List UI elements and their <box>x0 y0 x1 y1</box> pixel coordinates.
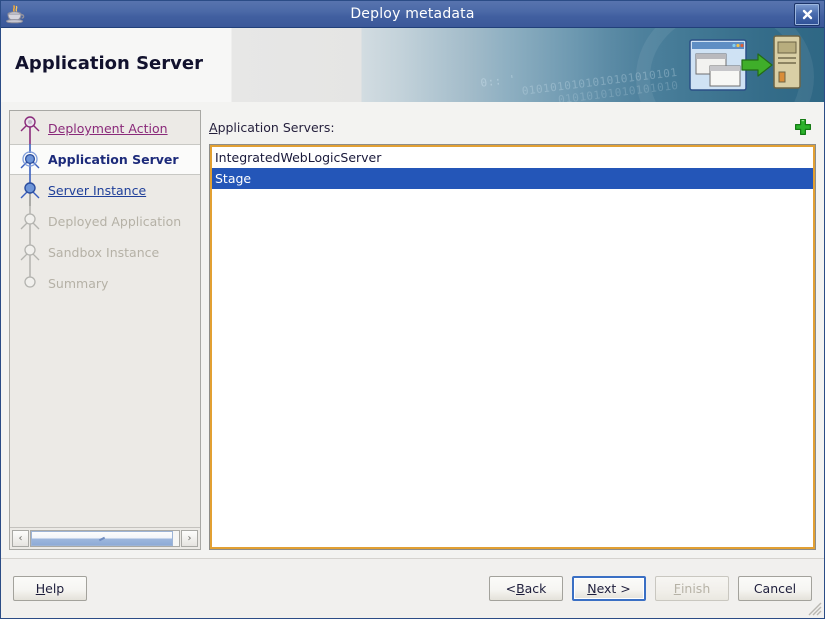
next-rest: ext > <box>596 581 631 596</box>
window-title: Deploy metadata <box>350 6 475 22</box>
sidebar-item-label: Summary <box>48 276 109 291</box>
application-servers-list[interactable]: IntegratedWebLogicServer Stage <box>209 144 816 550</box>
back-mnemonic: B <box>516 581 525 596</box>
list-focus-frame: IntegratedWebLogicServer Stage <box>210 145 815 549</box>
wizard-step-sidebar: Deployment Action Application Server Ser… <box>9 110 201 550</box>
finish-rest: inish <box>680 581 711 596</box>
next-button[interactable]: Next > <box>572 576 646 601</box>
sidebar-item-sandbox-instance: Sandbox Instance <box>10 237 200 268</box>
page-title: Application Server <box>15 53 203 74</box>
sidebar-item-label: Deployed Application <box>48 214 182 229</box>
finish-mnemonic: F <box>673 581 681 596</box>
cancel-button[interactable]: Cancel <box>738 576 812 601</box>
label-mnemonic: A <box>209 119 218 135</box>
sidebar-item-server-instance[interactable]: Server Instance <box>10 175 200 206</box>
close-icon[interactable] <box>794 3 820 26</box>
scroll-left-arrow-icon[interactable]: ‹ <box>12 530 29 547</box>
help-mnemonic: H <box>35 581 46 596</box>
wizard-banner: 0:: ' 0101010101010101010101 01010101010… <box>1 28 824 103</box>
sidebar-item-label: Deployment Action <box>48 121 168 136</box>
list-item[interactable]: IntegratedWebLogicServer <box>212 147 813 168</box>
back-prefix: < <box>505 581 517 596</box>
label-rest: pplication Servers: <box>217 119 335 135</box>
step-node-icon <box>16 144 44 175</box>
scrollbar-track[interactable] <box>30 530 180 547</box>
help-rest: elp <box>45 581 65 596</box>
sidebar-item-label: Application Server <box>48 152 179 167</box>
sidebar-item-label: Server Instance <box>48 183 147 198</box>
finish-button: Finish <box>655 576 729 601</box>
dialog-footer: Help < Back Next > Finish Cancel <box>1 558 824 618</box>
sidebar-item-deployed-application: Deployed Application <box>10 206 200 237</box>
footer-button-group: < Back Next > Finish Cancel <box>489 576 812 601</box>
step-node-icon <box>16 237 44 268</box>
help-button[interactable]: Help <box>13 576 87 601</box>
scrollbar-thumb[interactable] <box>31 531 174 546</box>
next-mnemonic: N <box>587 581 597 596</box>
step-node-icon <box>16 175 44 206</box>
step-node-icon <box>16 113 44 144</box>
sidebar-item-application-server[interactable]: Application Server <box>10 144 200 175</box>
step-node-icon <box>16 206 44 237</box>
sidebar-item-summary: Summary <box>10 268 200 299</box>
dialog-body: Deployment Action Application Server Ser… <box>1 102 824 558</box>
close-x-glyph <box>802 9 812 20</box>
main-panel: Application Servers: IntegratedWebLogicS… <box>209 110 816 550</box>
deploy-metadata-dialog: Deploy metadata 0:: ' 010101010101010101… <box>0 0 825 619</box>
sidebar-item-deployment-action[interactable]: Deployment Action <box>10 113 200 144</box>
step-node-icon <box>16 268 44 299</box>
sidebar-horizontal-scrollbar[interactable]: ‹ › <box>10 527 200 549</box>
add-icon <box>795 119 811 135</box>
sidebar-item-label: Sandbox Instance <box>48 245 160 260</box>
list-label-row: Application Servers: <box>209 110 816 144</box>
back-rest: ack <box>524 581 547 596</box>
deploy-to-server-icon <box>689 35 801 91</box>
add-server-button[interactable] <box>792 116 814 138</box>
list-item[interactable]: Stage <box>212 168 813 189</box>
scroll-right-arrow-icon[interactable]: › <box>181 530 198 547</box>
title-bar: Deploy metadata <box>1 1 824 28</box>
application-servers-label: Application Servers: <box>209 120 335 135</box>
resize-grip-icon <box>808 602 822 616</box>
back-button[interactable]: < Back <box>489 576 563 601</box>
java-coffee-cup-icon <box>6 5 25 24</box>
step-list: Deployment Action Application Server Ser… <box>10 111 200 527</box>
